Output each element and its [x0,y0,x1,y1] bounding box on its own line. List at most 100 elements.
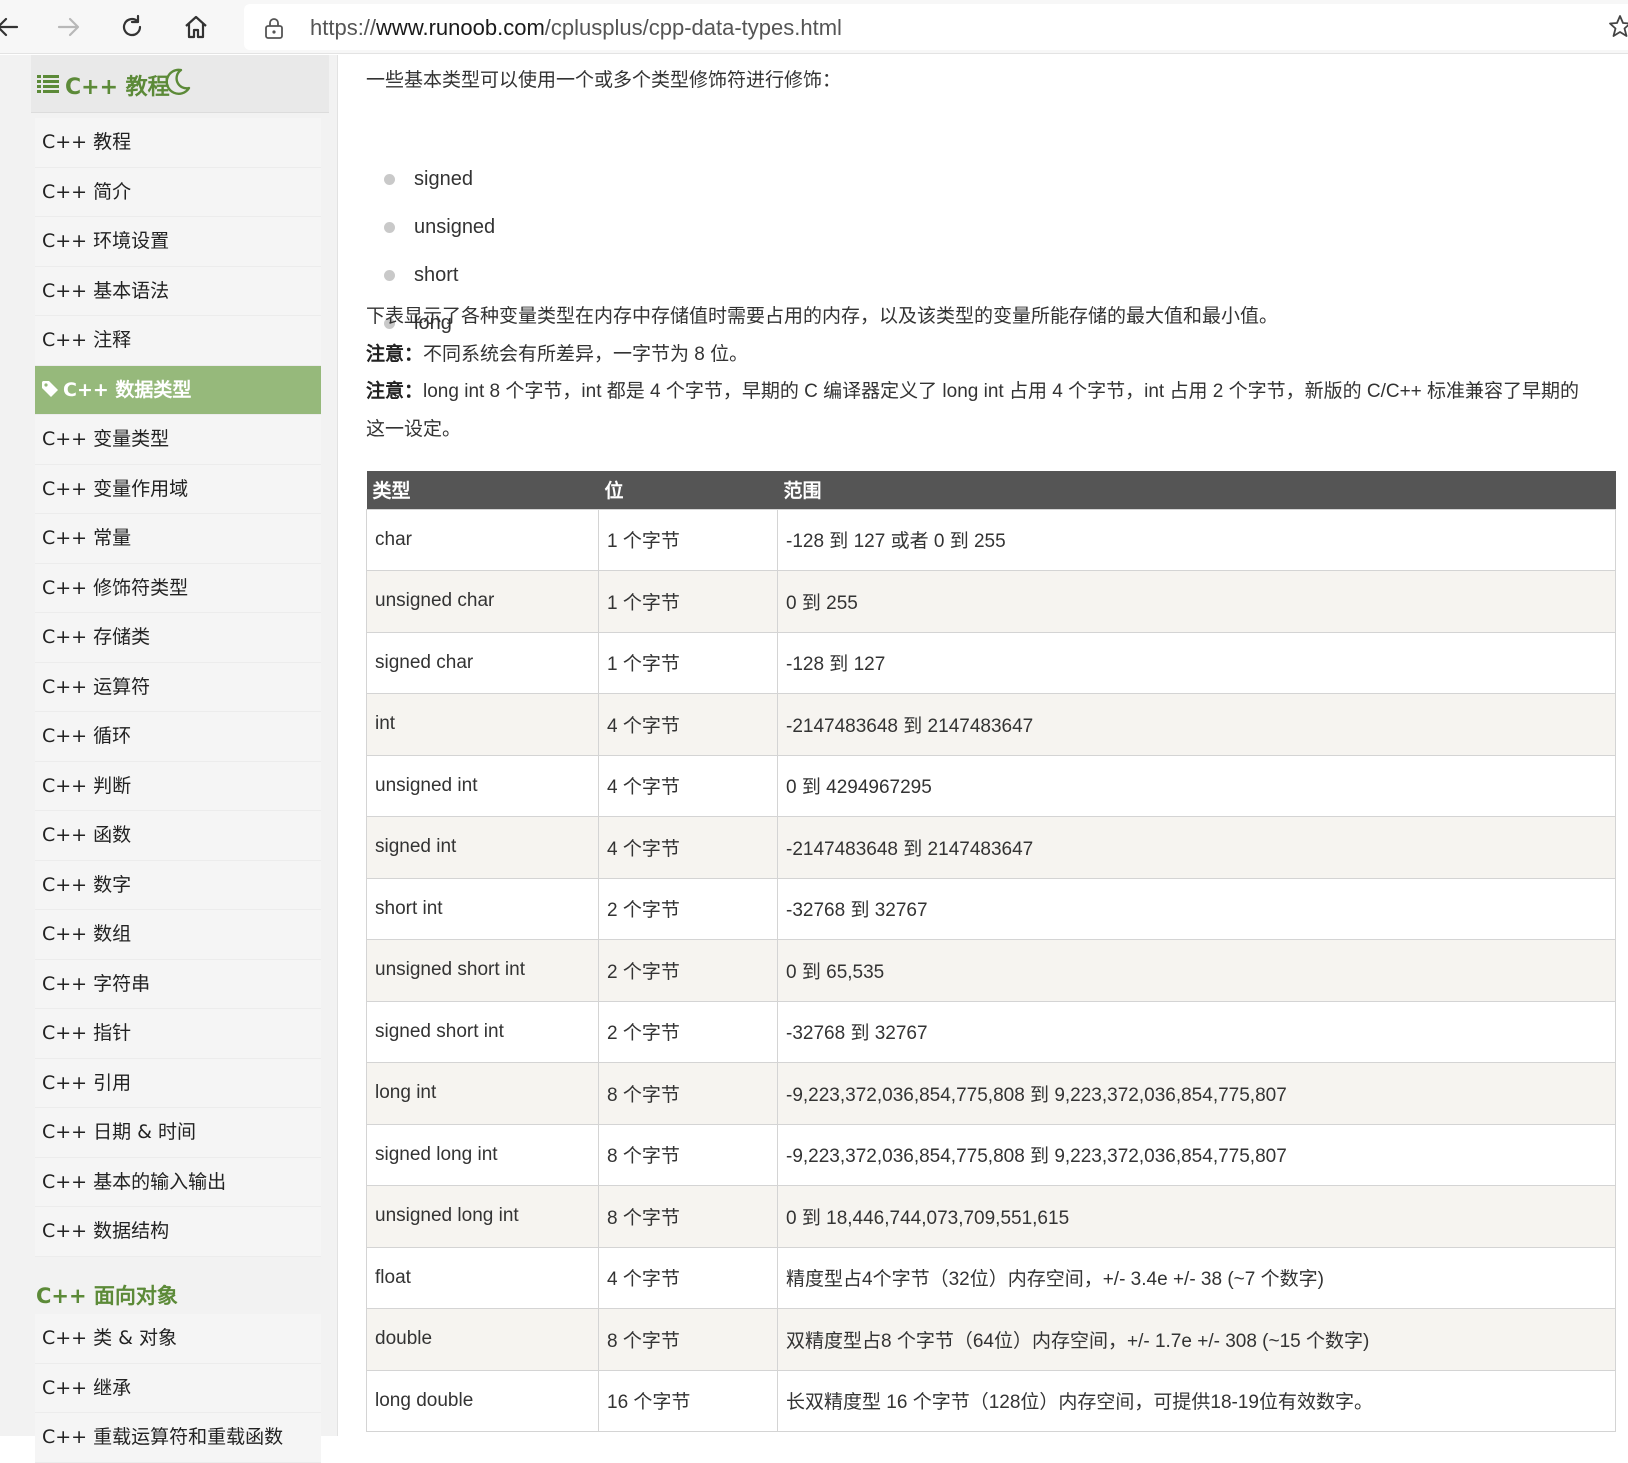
note-2-text: long int 8 个字节，int 都是 4 个字节，早期的 C 编译器定义了… [423,381,1580,402]
home-icon [185,15,207,39]
table-row: char 1 个字节 -128 到 127 或者 0 到 255 [366,508,1616,571]
modifier-item: signed [384,167,495,215]
url-host: www.runoob.com [376,15,545,40]
cell-type: unsigned char [366,570,599,633]
reload-button[interactable] [110,5,154,49]
cell-range: -9,223,372,036,854,775,808 到 9,223,372,0… [777,1123,1616,1186]
table-row: signed short int 2 个字节 -32768 到 32767 [366,1000,1616,1063]
sidebar-item-label: C++ 数据类型 [63,378,192,401]
sidebar-item[interactable]: C++ 日期 & 时间 [35,1108,321,1158]
table-row: long int 8 个字节 -9,223,372,036,854,775,808 … [366,1062,1616,1125]
home-button[interactable] [174,5,218,49]
table-row: long double 16 个字节 长双精度型 16 个字节（128位）内存空间，… [366,1369,1616,1432]
address-bar[interactable]: https://www.runoob.com/cplusplus/cpp-dat… [244,4,1628,50]
list-icon [37,75,59,97]
cell-size: 4 个字节 [598,693,778,756]
cell-size: 1 个字节 [598,508,778,571]
cell-range: -128 到 127 [777,631,1616,694]
moon-icon[interactable] [163,67,191,101]
cell-type: unsigned long int [366,1185,599,1248]
lock-icon[interactable] [264,16,284,44]
sidebar-item[interactable]: C++ 指针 [35,1009,321,1059]
cell-range: 0 到 4294967295 [777,754,1616,817]
cell-range: 0 到 65,535 [777,939,1616,1002]
sidebar-item[interactable]: C++ 变量作用域 [35,465,321,514]
sidebar-item-label: C++ 注释 [42,329,132,351]
reload-icon [122,14,142,37]
sidebar-item[interactable]: C++ 简介 [35,168,321,217]
sidebar-item[interactable]: C++ 修饰符类型 [35,564,321,613]
table-row: unsigned long int 8 个字节 0 到 18,446,744,073… [366,1185,1616,1248]
cell-type: unsigned int [366,754,599,817]
url-prefix: https:// [310,15,377,40]
sidebar-item[interactable]: C++ 教程 [35,118,321,168]
cell-size: 4 个字节 [598,1246,778,1309]
sidebar-item[interactable]: C++ 循环 [35,712,321,762]
cell-size: 8 个字节 [598,1308,778,1371]
sidebar-item[interactable]: C++ 数据结构 [35,1207,321,1257]
cell-range: -128 到 127 或者 0 到 255 [777,508,1616,571]
sidebar-item-label: C++ 引用 [42,1071,132,1094]
sidebar-item[interactable]: C++ 引用 [35,1059,321,1108]
back-icon [0,17,19,37]
cell-size: 8 个字节 [598,1123,778,1186]
cell-size: 8 个字节 [598,1185,778,1248]
url-path: /cplusplus/cpp-data-types.html [544,15,842,40]
sidebar-item-label: C++ 基本的输入输出 [42,1170,227,1193]
note-label: 注意： [366,344,424,365]
table-row: signed char 1 个字节 -128 到 127 [366,631,1616,694]
cell-type: float [366,1246,599,1309]
sidebar-item[interactable]: C++ 基本语法 [35,267,321,316]
browser-toolbar: https://www.runoob.com/cplusplus/cpp-dat… [0,0,1628,54]
sidebar-title[interactable]: C++ 教程 [65,69,170,101]
table-row: double 8 个字节 双精度型占8 个字节（64位）内存空间，+/- 1.7e … [366,1308,1616,1371]
sidebar-item[interactable]: C++ 常量 [35,514,321,564]
url-text[interactable]: https://www.runoob.com/cplusplus/cpp-dat… [310,15,842,41]
cell-range: -2147483648 到 2147483647 [777,816,1616,879]
sidebar-item-label: C++ 运算符 [42,675,151,698]
sidebar-item[interactable]: C++ 继承 [35,1364,321,1413]
intro-text: 一些基本类型可以使用一个或多个类型修饰符进行修饰： [366,70,842,91]
sidebar-item[interactable]: C++ 变量类型 [35,415,321,465]
sidebar-item-label: C++ 常量 [42,527,132,549]
sidebar-item-active[interactable]: C++ 数据类型 [35,365,321,415]
forward-button[interactable] [46,5,90,49]
table-row: signed int 4 个字节 -2147483648 到 2147483647 [366,816,1616,879]
cell-size: 4 个字节 [598,816,778,879]
cell-range: -32768 到 32767 [777,877,1616,940]
modifier-item: unsigned [384,215,495,263]
sidebar-item-label: C++ 数据结构 [42,1220,170,1242]
sidebar-header: C++ 教程 [31,55,329,113]
sidebar-item-label: C++ 指针 [42,1022,132,1044]
sidebar-item-label: C++ 继承 [42,1376,132,1399]
table-row: float 4 个字节 精度型占4个字节（32位）内存空间，+/- 3.4e +/-… [366,1246,1616,1309]
sidebar-item[interactable]: C++ 重载运算符和重载函数 [35,1413,321,1463]
table-header-row: 类型 位 范围 [366,471,1616,509]
sidebar-item[interactable]: C++ 数组 [35,910,321,960]
cell-size: 2 个字节 [598,877,778,940]
sidebar-menu: C++ 教程 C++ 简介 C++ 环境设置 C++ 基本语法 C++ 注释 C++ 数据… [35,118,321,1257]
cell-type: short int [366,877,599,940]
back-button[interactable] [0,5,30,49]
sidebar-item-label: C++ 函数 [42,824,132,846]
sidebar-item[interactable]: C++ 字符串 [35,960,321,1009]
sidebar-item[interactable]: C++ 存储类 [35,613,321,663]
forward-icon [57,17,80,37]
sidebar-item[interactable]: C++ 注释 [35,316,321,366]
sidebar-item[interactable]: C++ 环境设置 [35,217,321,267]
sidebar-item[interactable]: C++ 类 & 对象 [35,1314,321,1364]
table-row: unsigned int 4 个字节 0 到 4294967295 [366,754,1616,817]
sidebar-menu-oop: C++ 类 & 对象 C++ 继承 C++ 重载运算符和重载函数 [35,1314,321,1463]
cell-size: 1 个字节 [598,570,778,633]
sidebar-item[interactable]: C++ 基本的输入输出 [35,1158,321,1207]
sidebar-item[interactable]: C++ 函数 [35,811,321,861]
table-row: signed long int 8 个字节 -9,223,372,036,854,7… [366,1123,1616,1186]
cell-size: 2 个字节 [598,1000,778,1063]
sidebar-item[interactable]: C++ 数字 [35,861,321,910]
sidebar-item-label: C++ 教程 [42,131,132,153]
sidebar-item[interactable]: C++ 判断 [35,762,321,811]
favorite-star-icon[interactable] [1608,14,1628,44]
cell-size: 8 个字节 [598,1062,778,1125]
sidebar-item[interactable]: C++ 运算符 [35,663,321,712]
cell-type: signed int [366,816,599,879]
